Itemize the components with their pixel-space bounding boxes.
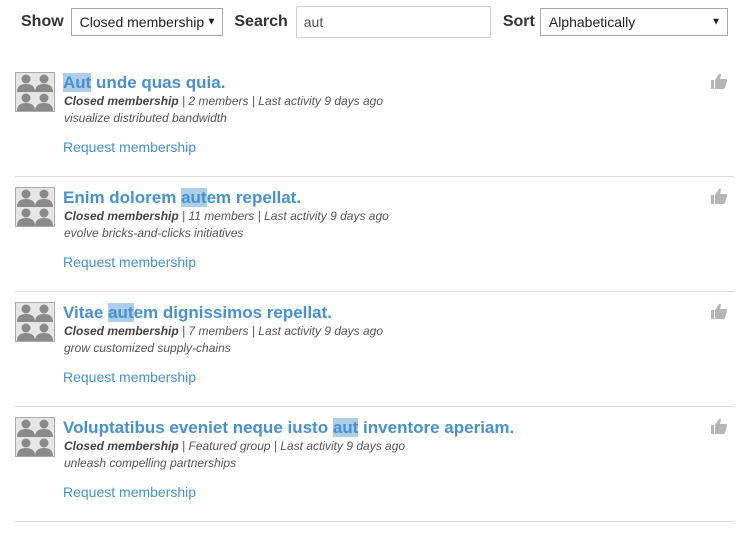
group-title-link[interactable]: Enim dolorem autem repellat. [63,187,301,209]
group-title-link[interactable]: Vitae autem dignissimos repellat. [63,302,332,324]
group-meta: Closed membership | Featured group | Las… [64,439,405,453]
title-text: unde quas quia. [91,73,226,92]
group-list: Aut unde quas quia. Closed membership | … [15,62,734,522]
search-input-value: aut [303,14,324,30]
filter-bar: Show Closed membership ▼ Search aut Sort… [21,6,728,38]
title-text: inventore aperiam. [358,418,515,437]
sort-select-value: Alphabetically [548,14,636,30]
group-meta: Closed membership | 7 members | Last act… [64,324,383,338]
title-text: Voluptatibus eveniet neque iusto [63,418,333,437]
request-membership-link[interactable]: Request membership [63,139,196,155]
chevron-down-icon: ▼ [711,16,721,28]
list-item: Voluptatibus eveniet neque iusto aut inv… [15,407,734,522]
show-select[interactable]: Closed membership ▼ [70,8,224,36]
group-avatar-icon[interactable] [15,417,55,457]
thumbs-up-icon[interactable] [710,72,728,90]
membership-type: Closed membership [64,324,179,338]
show-label: Show [21,13,64,30]
title-text: em dignissimos repellat. [133,303,332,322]
title-text: Vitae [63,303,109,322]
request-membership-link[interactable]: Request membership [63,369,196,385]
thumbs-up-icon[interactable] [710,187,728,205]
group-description: grow customized supply-chains [64,341,231,355]
search-highlight: aut [108,303,134,322]
sort-select[interactable]: Alphabetically ▼ [539,8,728,36]
search-highlight: aut [181,188,207,207]
list-item: Aut unde quas quia. Closed membership | … [15,62,734,177]
search-label: Search [234,13,288,30]
request-membership-link[interactable]: Request membership [63,484,196,500]
group-meta: Closed membership | 2 members | Last act… [64,94,383,108]
title-text: Enim dolorem [63,188,182,207]
search-highlight: aut [332,418,359,437]
group-details: | 11 members | Last activity 9 days ago [178,209,389,223]
group-details: | 2 members | Last activity 9 days ago [178,94,384,108]
request-membership-link[interactable]: Request membership [63,254,196,270]
group-avatar-icon[interactable] [15,302,55,342]
membership-type: Closed membership [64,439,179,453]
group-description: evolve bricks-and-clicks initiatives [64,226,244,240]
group-title-link[interactable]: Voluptatibus eveniet neque iusto aut inv… [63,417,514,439]
group-avatar-icon[interactable] [15,72,55,112]
list-item: Enim dolorem autem repellat. Closed memb… [15,177,734,292]
title-text: em repellat. [206,188,302,207]
sort-label: Sort [502,13,535,30]
group-description: visualize distributed bandwidth [64,111,227,125]
thumbs-up-icon[interactable] [710,302,728,320]
search-highlight: Aut [63,73,92,92]
membership-type: Closed membership [64,94,179,108]
search-input[interactable]: aut [295,6,491,38]
group-details: | Featured group | Last activity 9 days … [178,439,406,453]
group-meta: Closed membership | 11 members | Last ac… [64,209,389,223]
group-avatar-icon[interactable] [15,187,55,227]
thumbs-up-icon[interactable] [710,417,728,435]
show-select-value: Closed membership [79,14,205,30]
group-description: unleash compelling partnerships [64,456,237,470]
chevron-down-icon: ▼ [206,16,217,28]
group-title-link[interactable]: Aut unde quas quia. [63,72,225,94]
group-details: | 7 members | Last activity 9 days ago [178,324,384,338]
membership-type: Closed membership [64,209,179,223]
list-item: Vitae autem dignissimos repellat. Closed… [15,292,734,407]
